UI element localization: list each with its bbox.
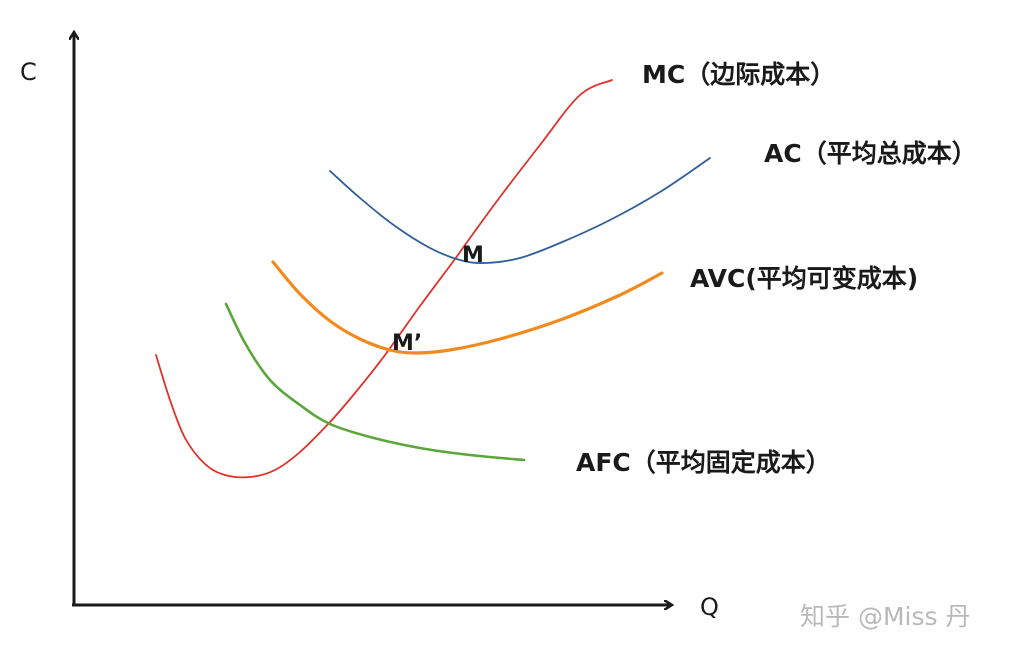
y-axis-label: C [20,58,37,86]
curve-afc [224,302,526,462]
series-label-ac: AC（平均总成本） [764,139,977,168]
curve-ac [329,157,711,264]
x-axis-label: Q [700,593,719,621]
point-label-m: M [462,243,484,268]
point-label-m-prime: M’ [392,331,422,356]
curves-group [155,79,711,479]
series-label-afc: AFC（平均固定成本） [576,448,831,477]
watermark: 知乎 @Miss 丹 [800,602,970,631]
curve-avc [271,260,664,355]
cost-curves-chart: C Q MC（边际成本） AC（平均总成本） AVC(平均可变成本) AFC（平… [20,0,977,631]
series-label-avc: AVC(平均可变成本) [690,264,918,293]
curve-mc [155,79,613,479]
series-label-mc: MC（边际成本） [642,60,835,89]
